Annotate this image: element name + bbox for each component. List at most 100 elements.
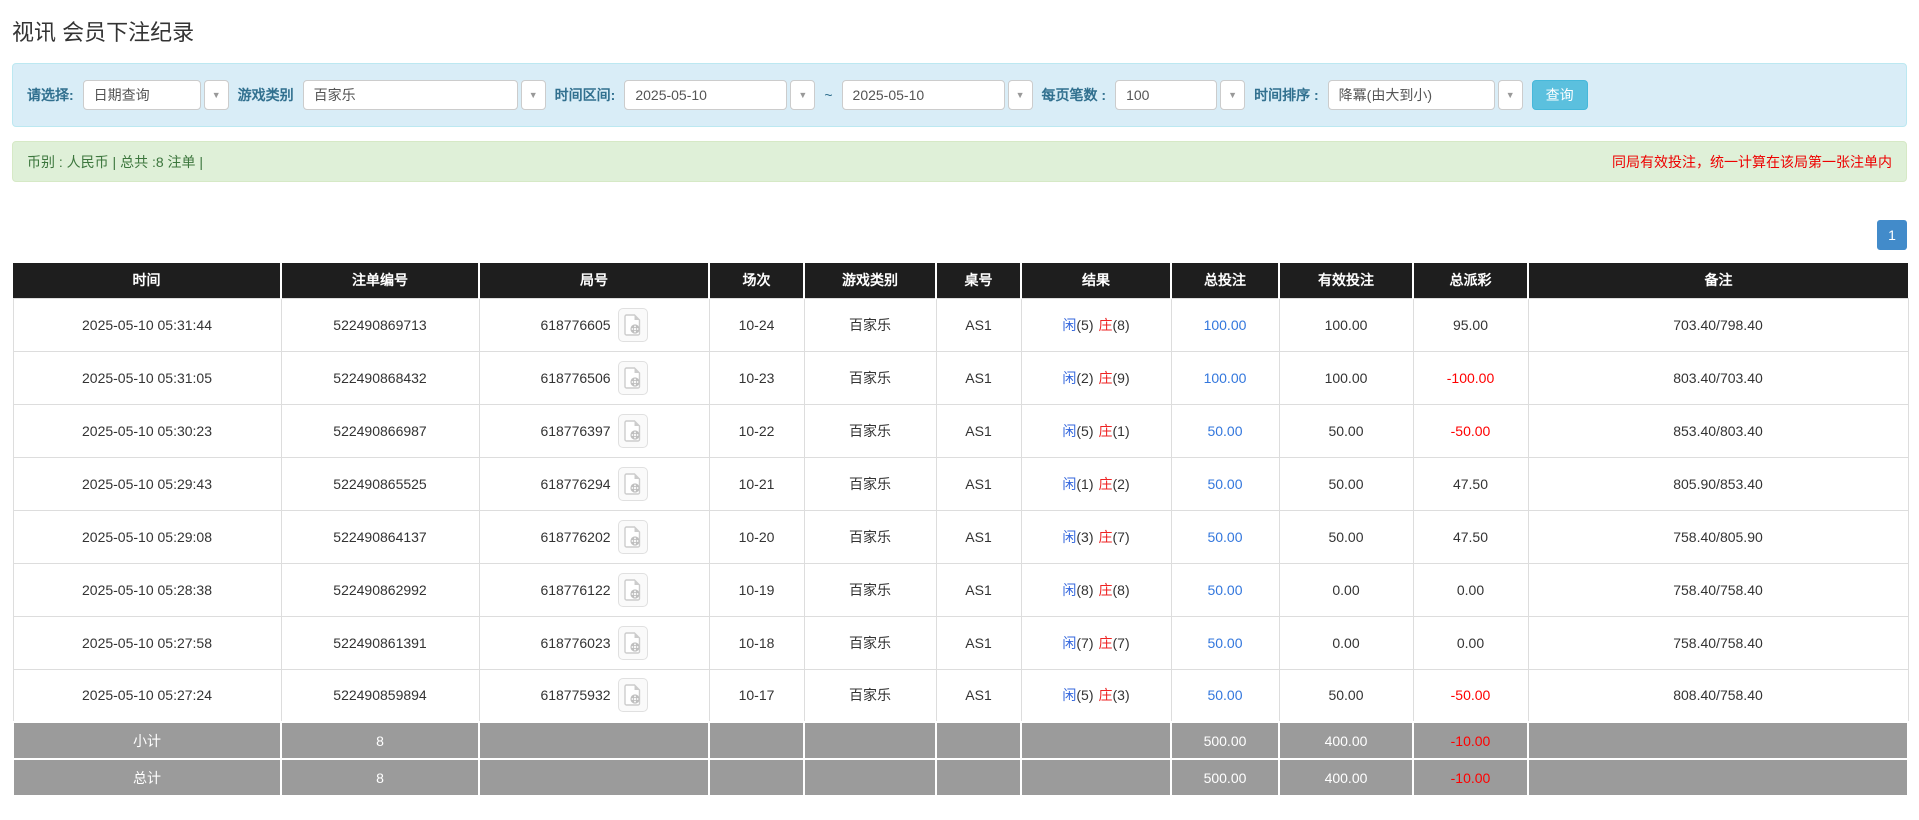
round-no-value: 618776202 [540, 529, 610, 545]
cell-valid-bet: 50.00 [1279, 457, 1413, 510]
result-banker-label: 庄 [1099, 529, 1113, 545]
cell-payout: -100.00 [1413, 351, 1528, 404]
grand-total-payout: -10.00 [1413, 759, 1528, 796]
video-record-icon[interactable] [618, 678, 648, 712]
sort-order-label: 时间排序 : [1254, 85, 1319, 105]
query-type-value[interactable]: 日期查询 [83, 80, 201, 110]
cell-bet-no: 522490861391 [281, 616, 479, 669]
video-record-icon[interactable] [618, 414, 648, 448]
chevron-down-icon[interactable]: ▼ [204, 80, 229, 110]
select-type-label: 请选择: [27, 85, 74, 105]
total-bet-link[interactable]: 50.00 [1207, 529, 1242, 545]
cell-result: 闲(5)庄(3) [1021, 669, 1171, 722]
result-banker-label: 庄 [1099, 423, 1113, 439]
round-no-value: 618776122 [540, 582, 610, 598]
date-range-label: 时间区间: [555, 85, 616, 105]
page-size-value[interactable]: 100 [1115, 80, 1217, 110]
cell-game-type: 百家乐 [804, 669, 936, 722]
game-type-label: 游戏类别 [238, 85, 294, 105]
chevron-down-icon[interactable]: ▼ [790, 80, 815, 110]
cell-round-no: 618776397 [479, 404, 709, 457]
result-player-score: (1) [1076, 476, 1093, 492]
header-result: 结果 [1021, 263, 1171, 298]
cell-game-type: 百家乐 [804, 563, 936, 616]
cell-total-bet: 50.00 [1171, 510, 1279, 563]
video-record-icon[interactable] [618, 308, 648, 342]
grand-total-label: 总计 [13, 759, 281, 796]
page-size-select[interactable]: 100 ▼ [1115, 80, 1245, 110]
result-banker-label: 庄 [1099, 370, 1113, 386]
cell-game-type: 百家乐 [804, 457, 936, 510]
cell-valid-bet: 0.00 [1279, 616, 1413, 669]
game-type-value[interactable]: 百家乐 [303, 80, 518, 110]
cell-table-no: AS1 [936, 510, 1021, 563]
result-player-label: 闲 [1062, 582, 1076, 598]
video-file-glyph [624, 632, 642, 654]
video-record-icon[interactable] [618, 467, 648, 501]
date-to-select[interactable]: 2025-05-10 ▼ [842, 80, 1033, 110]
result-banker-score: (8) [1113, 582, 1130, 598]
cell-payout: 0.00 [1413, 616, 1528, 669]
total-bet-link[interactable]: 50.00 [1207, 687, 1242, 703]
grand-total-valid-bet: 400.00 [1279, 759, 1413, 796]
total-bet-link[interactable]: 50.00 [1207, 423, 1242, 439]
total-bet-link[interactable]: 100.00 [1204, 370, 1247, 386]
query-type-select[interactable]: 日期查询 ▼ [83, 80, 229, 110]
cell-remark: 758.40/758.40 [1528, 616, 1908, 669]
video-record-icon[interactable] [618, 573, 648, 607]
pagination-page-1-button[interactable]: 1 [1877, 220, 1907, 250]
video-file-glyph [624, 314, 642, 336]
cell-remark: 808.40/758.40 [1528, 669, 1908, 722]
total-bet-link[interactable]: 50.00 [1207, 582, 1242, 598]
cell-game-type: 百家乐 [804, 404, 936, 457]
video-record-icon[interactable] [618, 361, 648, 395]
total-bet-link[interactable]: 100.00 [1204, 317, 1247, 333]
chevron-down-icon[interactable]: ▼ [1220, 80, 1245, 110]
table-row: 2025-05-10 05:30:23 522490866987 6187763… [13, 404, 1908, 457]
cell-table-no: AS1 [936, 404, 1021, 457]
sort-order-value[interactable]: 降冪(由大到小) [1328, 80, 1495, 110]
search-button[interactable]: 查询 [1532, 80, 1588, 110]
total-bet-link[interactable]: 50.00 [1207, 635, 1242, 651]
date-from-select[interactable]: 2025-05-10 ▼ [624, 80, 815, 110]
sort-order-select[interactable]: 降冪(由大到小) ▼ [1328, 80, 1523, 110]
result-banker-score: (1) [1113, 423, 1130, 439]
date-to-value[interactable]: 2025-05-10 [842, 80, 1005, 110]
cell-session: 10-17 [709, 669, 804, 722]
cell-session: 10-20 [709, 510, 804, 563]
cell-total-bet: 50.00 [1171, 669, 1279, 722]
subtotal-label: 小计 [13, 722, 281, 759]
video-record-icon[interactable] [618, 520, 648, 554]
video-file-glyph [624, 473, 642, 495]
cell-game-type: 百家乐 [804, 616, 936, 669]
cell-payout: -50.00 [1413, 404, 1528, 457]
cell-result: 闲(3)庄(7) [1021, 510, 1171, 563]
result-player-score: (2) [1076, 370, 1093, 386]
cell-bet-no: 522490869713 [281, 298, 479, 351]
table-row: 2025-05-10 05:31:44 522490869713 6187766… [13, 298, 1908, 351]
cell-bet-no: 522490859894 [281, 669, 479, 722]
chevron-down-icon[interactable]: ▼ [521, 80, 546, 110]
result-player-score: (5) [1076, 687, 1093, 703]
cell-payout: 47.50 [1413, 510, 1528, 563]
cell-table-no: AS1 [936, 351, 1021, 404]
game-type-select[interactable]: 百家乐 ▼ [303, 80, 546, 110]
cell-bet-no: 522490866987 [281, 404, 479, 457]
cell-time: 2025-05-10 05:31:05 [13, 351, 281, 404]
cell-payout: -50.00 [1413, 669, 1528, 722]
main-container: 视讯 会员下注纪录 请选择: 日期查询 ▼ 游戏类别 百家乐 ▼ 时间区间: 2… [12, 0, 1907, 797]
round-no-value: 618776294 [540, 476, 610, 492]
date-from-value[interactable]: 2025-05-10 [624, 80, 787, 110]
chevron-down-icon[interactable]: ▼ [1498, 80, 1523, 110]
cell-remark: 758.40/805.90 [1528, 510, 1908, 563]
cell-round-no: 618776506 [479, 351, 709, 404]
table-row: 2025-05-10 05:29:08 522490864137 6187762… [13, 510, 1908, 563]
total-bet-link[interactable]: 50.00 [1207, 476, 1242, 492]
cell-valid-bet: 100.00 [1279, 298, 1413, 351]
cell-round-no: 618776202 [479, 510, 709, 563]
cell-round-no: 618776605 [479, 298, 709, 351]
grand-total-total-bet: 500.00 [1171, 759, 1279, 796]
video-file-glyph [624, 367, 642, 389]
video-record-icon[interactable] [618, 626, 648, 660]
chevron-down-icon[interactable]: ▼ [1008, 80, 1033, 110]
